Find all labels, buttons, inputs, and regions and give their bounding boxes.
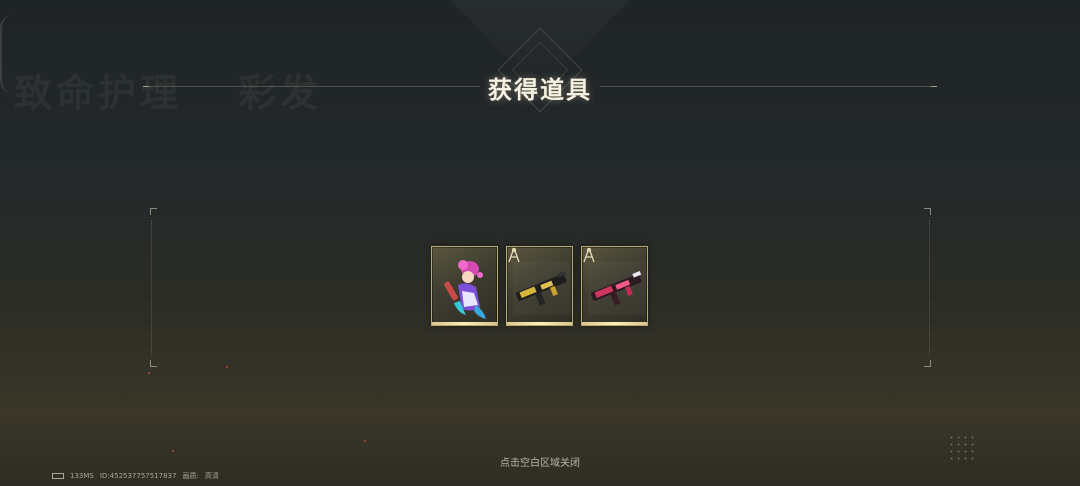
- grid-decoration: [948, 434, 976, 462]
- spark-particle: [364, 440, 366, 442]
- reward-item-blueprint-gold[interactable]: [506, 246, 573, 326]
- blueprint-icon: [583, 247, 595, 263]
- frame-corner-top-right: [924, 208, 931, 215]
- battery-icon: [52, 473, 64, 479]
- player-id: ID:452537757517837: [99, 472, 177, 480]
- spark-particle: [226, 366, 228, 368]
- frame-dots-right: [929, 220, 931, 356]
- frame-corner-bottom-right: [924, 360, 931, 367]
- spark-particle: [148, 372, 150, 374]
- reward-item-character[interactable]: [431, 246, 498, 326]
- ping-value: 133MS: [70, 472, 94, 480]
- frame-corner-top-left: [150, 208, 157, 215]
- reward-item-blueprint-pink[interactable]: [581, 246, 648, 326]
- spark-particle: [172, 450, 174, 452]
- frame-corner-bottom-left: [150, 360, 157, 367]
- blueprint-icon: [508, 247, 520, 263]
- status-bar: 133MS ID:452537757517837 画质: 高清: [52, 471, 219, 481]
- reward-items: [431, 246, 648, 328]
- quality-label: 画质:: [182, 472, 199, 480]
- page-title: 获得道具: [488, 76, 592, 104]
- close-hint[interactable]: 点击空白区域关闭: [0, 454, 1080, 469]
- frame-dots-left: [151, 220, 153, 356]
- quality-value: 高清: [204, 472, 219, 480]
- character-skin-icon: [444, 260, 486, 319]
